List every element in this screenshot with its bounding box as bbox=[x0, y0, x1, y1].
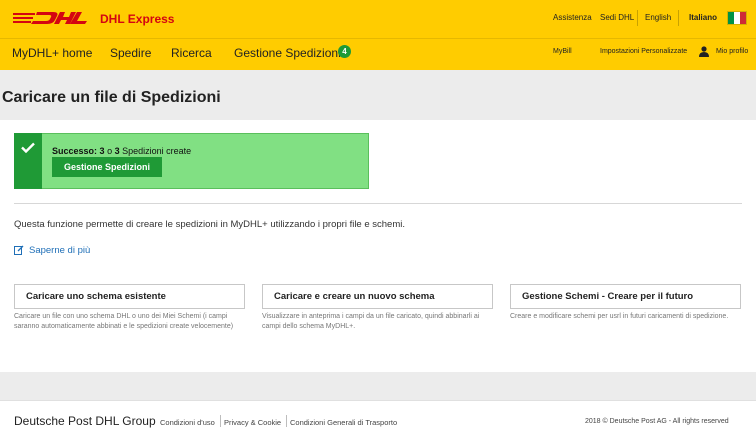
footer-link-privacy[interactable]: Privacy & Cookie bbox=[224, 418, 281, 427]
nav-item-home[interactable]: MyDHL+ home bbox=[12, 46, 92, 60]
copyright: 2018 © Deutsche Post AG - All rights res… bbox=[585, 418, 729, 425]
page-title: Caricare un file di Spedizioni bbox=[2, 89, 221, 106]
italiano-link[interactable]: Italiano bbox=[689, 13, 717, 22]
top-separator bbox=[637, 10, 638, 26]
assistenza-link[interactable]: Assistenza bbox=[553, 13, 592, 22]
check-icon bbox=[21, 142, 35, 153]
top-separator bbox=[678, 10, 679, 26]
brand-name: DHL Express bbox=[100, 12, 175, 26]
success-text: Successo: 3 o 3 Spedizioni create bbox=[52, 146, 191, 156]
shipments-count-badge: 4 bbox=[338, 45, 351, 58]
load-new-schema-desc: Visualizzare in anteprima i campi da un … bbox=[262, 313, 480, 330]
nav-item-gestione-spedizioni[interactable]: Gestione Spedizioni bbox=[234, 46, 341, 60]
success-of: o bbox=[107, 146, 113, 156]
nav-item-ricerca[interactable]: Ricerca bbox=[171, 46, 212, 60]
footer-separator bbox=[220, 415, 221, 427]
gestione-spedizioni-button[interactable]: Gestione Spedizioni bbox=[52, 157, 162, 177]
impostazioni-link[interactable]: Impostazioni Personalizzate bbox=[600, 48, 687, 55]
load-new-schema-button[interactable]: Caricare e creare un nuovo schema bbox=[262, 284, 493, 309]
saperne-di-piu-link[interactable]: Saperne di più bbox=[29, 245, 90, 256]
manage-schemas-desc: Creare e modificare schemi per usrl in f… bbox=[510, 313, 729, 320]
success-count: 3 bbox=[99, 146, 105, 156]
footer-brand: Deutsche Post DHL Group bbox=[14, 414, 156, 428]
italy-flag-icon[interactable] bbox=[727, 11, 747, 25]
sedi-dhl-link[interactable]: Sedi DHL bbox=[600, 13, 634, 22]
divider bbox=[14, 203, 742, 204]
dhl-logo[interactable] bbox=[13, 11, 87, 25]
success-total: 3 bbox=[114, 146, 120, 156]
footer-link-condizioni-trasporto[interactable]: Condizioni Generali di Trasporto bbox=[290, 418, 397, 427]
footer-separator bbox=[286, 415, 287, 427]
person-icon bbox=[699, 46, 709, 57]
footer-link-condizioni-uso[interactable]: Condizioni d'uso bbox=[160, 418, 215, 427]
english-link[interactable]: English bbox=[645, 13, 671, 22]
edit-icon bbox=[14, 245, 24, 255]
intro-text: Questa funzione permette di creare le sp… bbox=[14, 219, 406, 230]
mio-profilo-link[interactable]: Mio profilo bbox=[716, 48, 748, 55]
success-label: Successo: bbox=[52, 146, 98, 156]
manage-schemas-button[interactable]: Gestione Schemi - Creare per il futuro bbox=[510, 284, 741, 309]
success-suffix: Spedizioni create bbox=[122, 146, 192, 156]
mybill-link[interactable]: MyBill bbox=[553, 48, 572, 55]
load-existing-schema-desc: Caricare un file con uno schema DHL o un… bbox=[14, 313, 234, 330]
nav-item-spedire[interactable]: Spedire bbox=[110, 46, 151, 60]
load-existing-schema-button[interactable]: Caricare uno schema esistente bbox=[14, 284, 245, 309]
